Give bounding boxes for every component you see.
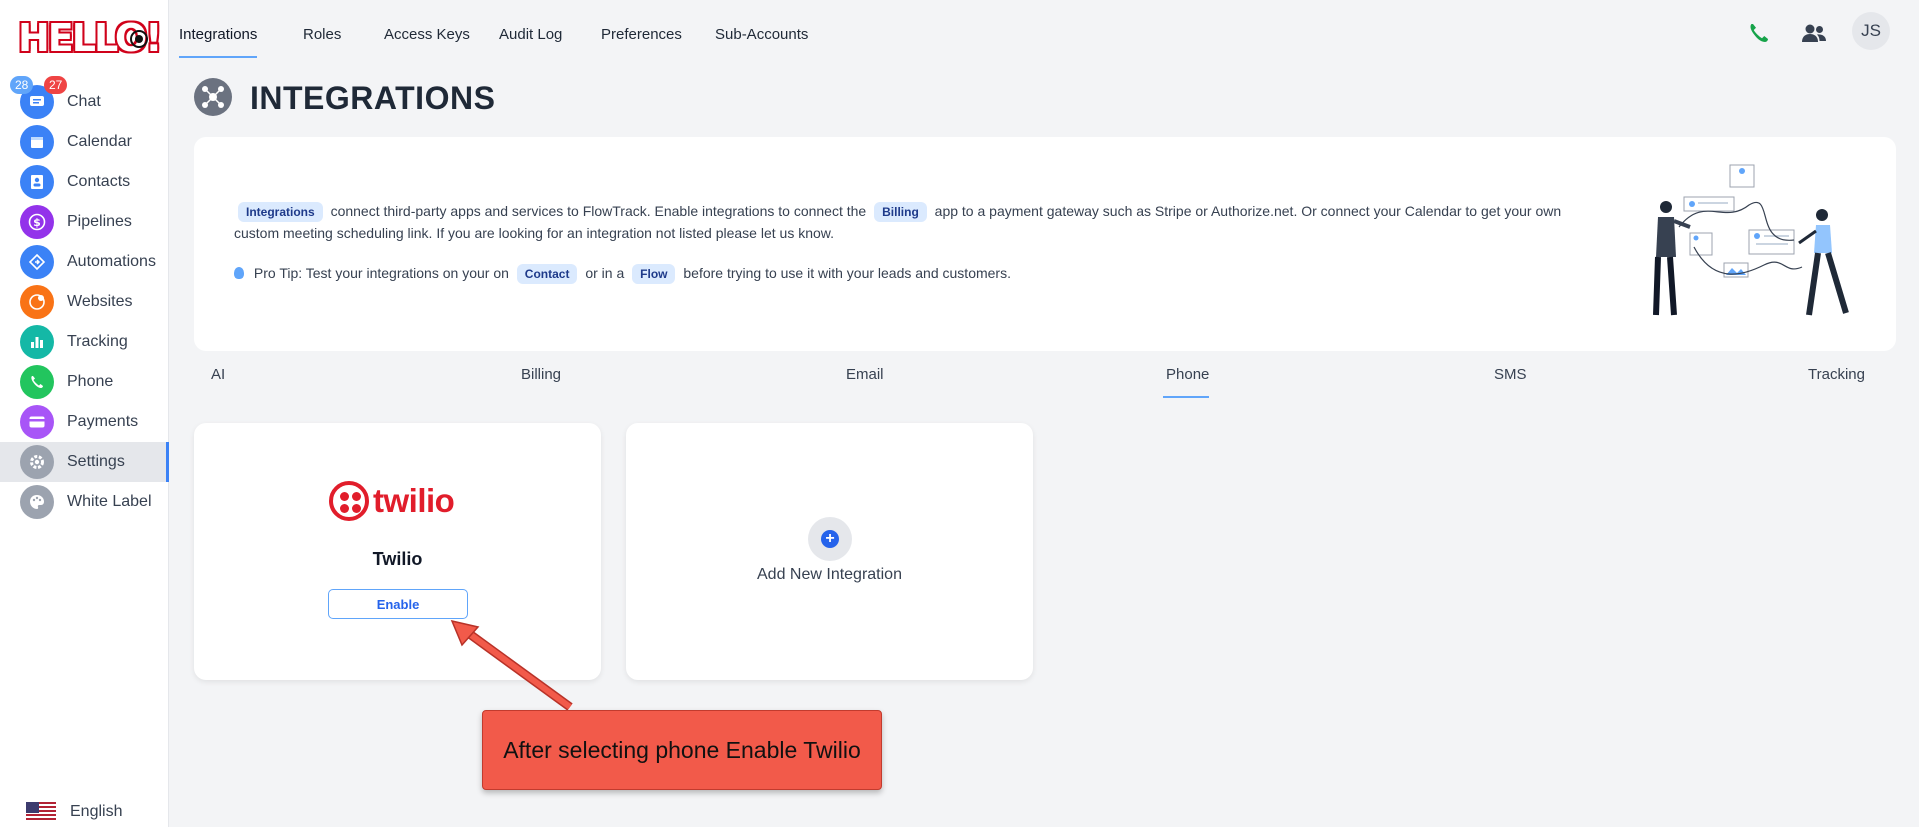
sidebar-item-websites[interactable]: Websites bbox=[0, 282, 169, 322]
tab-tracking[interactable]: Tracking bbox=[1808, 366, 1865, 383]
sidebar-item-payments[interactable]: Payments bbox=[0, 402, 169, 442]
phone-call-icon[interactable] bbox=[1742, 16, 1776, 50]
record-icon[interactable] bbox=[130, 30, 148, 48]
sidebar-item-contacts[interactable]: Contacts bbox=[0, 162, 169, 202]
sidebar-item-label: Websites bbox=[67, 293, 133, 310]
sidebar-item-automations[interactable]: Automations bbox=[0, 242, 169, 282]
tip-prefix: Pro Tip: Test your integrations on your … bbox=[253, 265, 509, 281]
info-description: Integrations connect third-party apps an… bbox=[234, 200, 1594, 244]
info-text-1: connect third-party apps and services to… bbox=[330, 203, 867, 219]
flow-chip: Flow bbox=[632, 264, 676, 284]
tab-preferences[interactable]: Preferences bbox=[601, 26, 682, 43]
sidebar-item-pipelines[interactable]: $ Pipelines bbox=[0, 202, 169, 242]
phone-icon bbox=[20, 365, 54, 399]
sidebar-item-label: Payments bbox=[67, 413, 139, 430]
info-card: Integrations connect third-party apps an… bbox=[194, 137, 1896, 351]
sidebar-item-label: White Label bbox=[67, 493, 152, 510]
active-category-indicator bbox=[1163, 396, 1209, 398]
sidebar-item-tracking[interactable]: Tracking bbox=[0, 322, 169, 362]
add-integration-label: Add New Integration bbox=[757, 566, 902, 583]
palette-icon bbox=[20, 485, 54, 519]
contact-chip: Contact bbox=[516, 264, 578, 284]
svg-text:$: $ bbox=[33, 216, 41, 229]
integration-illustration bbox=[1653, 164, 1849, 316]
tab-sms[interactable]: SMS bbox=[1494, 366, 1527, 383]
integrations-icon bbox=[194, 78, 232, 116]
sidebar-item-label: Contacts bbox=[67, 173, 131, 190]
sidebar-item-white-label[interactable]: White Label bbox=[0, 482, 169, 522]
sidebar-item-label: Phone bbox=[67, 373, 114, 390]
websites-icon bbox=[20, 285, 54, 319]
users-icon[interactable] bbox=[1797, 16, 1831, 50]
add-icon[interactable]: + bbox=[808, 517, 852, 561]
sidebar-item-label: Tracking bbox=[67, 333, 128, 350]
tab-email[interactable]: Email bbox=[846, 366, 884, 383]
automation-icon bbox=[20, 245, 54, 279]
sidebar-item-label: Calendar bbox=[67, 133, 132, 150]
pro-tip: Pro Tip: Test your integrations on your … bbox=[234, 264, 1011, 284]
add-integration-card[interactable]: + Add New Integration bbox=[626, 423, 1033, 680]
twilio-wordmark: twilio bbox=[373, 482, 455, 519]
us-flag-icon bbox=[26, 802, 56, 822]
tab-sub-accounts[interactable]: Sub-Accounts bbox=[715, 26, 808, 43]
sidebar-item-label: Settings bbox=[67, 453, 125, 470]
logo-text: HELLO! bbox=[18, 16, 162, 60]
annotation-callout: After selecting phone Enable Twilio bbox=[482, 710, 882, 790]
tab-roles[interactable]: Roles bbox=[303, 26, 341, 43]
sidebar-item-chat[interactable]: 28 27 Chat bbox=[0, 76, 169, 122]
integrations-chip: Integrations bbox=[238, 202, 323, 222]
billing-chip: Billing bbox=[874, 202, 927, 222]
language-label: English bbox=[70, 803, 123, 820]
sidebar-item-calendar[interactable]: Calendar bbox=[0, 122, 169, 162]
tab-billing[interactable]: Billing bbox=[521, 366, 561, 383]
annotation-arrow bbox=[450, 619, 573, 711]
contacts-icon bbox=[20, 165, 54, 199]
top-nav: Integrations Roles Access Keys Audit Log… bbox=[169, 0, 1919, 70]
sidebar-item-label: Chat bbox=[67, 93, 101, 110]
tab-access-keys[interactable]: Access Keys bbox=[384, 26, 470, 43]
tip-mid: or in a bbox=[585, 265, 625, 281]
tab-ai[interactable]: AI bbox=[211, 366, 225, 383]
sidebar: HELLO! 28 27 Chat Calendar Contacts $ Pi… bbox=[0, 0, 169, 827]
sidebar-item-label: Automations bbox=[67, 253, 156, 270]
chat-unread-badge: 28 bbox=[10, 76, 34, 94]
lightbulb-icon bbox=[234, 267, 244, 279]
sidebar-item-label: Pipelines bbox=[67, 213, 132, 230]
tab-audit-log[interactable]: Audit Log bbox=[499, 26, 562, 43]
tip-suffix: before trying to use it with your leads … bbox=[683, 265, 1011, 281]
calendar-icon bbox=[20, 125, 54, 159]
chat-notification-badge: 27 bbox=[44, 76, 68, 94]
sidebar-item-phone[interactable]: Phone bbox=[0, 362, 169, 402]
twilio-title: Twilio bbox=[372, 549, 423, 569]
language-selector[interactable]: English bbox=[26, 802, 122, 822]
sidebar-item-settings[interactable]: Settings bbox=[0, 442, 169, 482]
avatar[interactable]: JS bbox=[1852, 12, 1890, 50]
tab-integrations[interactable]: Integrations bbox=[179, 26, 257, 43]
page-title: INTEGRATIONS bbox=[250, 80, 496, 116]
active-tab-indicator bbox=[179, 56, 257, 58]
gear-icon bbox=[20, 445, 54, 479]
sidebar-nav: 28 27 Chat Calendar Contacts $ Pipelines bbox=[0, 76, 169, 522]
brand-logo[interactable]: HELLO! bbox=[18, 16, 162, 60]
dollar-icon: $ bbox=[20, 205, 54, 239]
payments-icon bbox=[20, 405, 54, 439]
tracking-icon bbox=[20, 325, 54, 359]
twilio-mark-icon bbox=[329, 481, 369, 521]
twilio-logo: twilio bbox=[329, 481, 455, 521]
tab-phone[interactable]: Phone bbox=[1166, 366, 1209, 383]
